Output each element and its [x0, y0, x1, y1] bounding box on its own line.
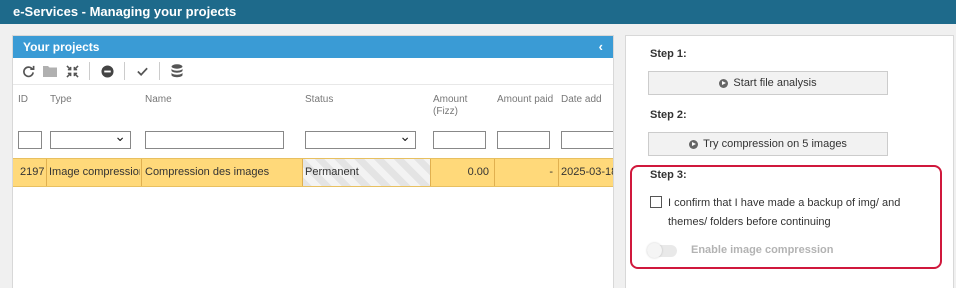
table-row[interactable]: 2197 Image compression Compression des i…	[13, 158, 614, 187]
column-divider	[46, 159, 47, 186]
column-header-amount[interactable]: Amount (Fizz)	[433, 94, 467, 118]
enable-compression-label: Enable image compression	[691, 244, 834, 256]
column-header-type[interactable]: Type	[50, 94, 72, 106]
column-divider	[302, 159, 303, 186]
row-amount: 0.00	[467, 166, 489, 178]
row-amount-paid: -	[549, 166, 553, 178]
filter-date-add-input[interactable]	[561, 131, 613, 149]
step3-label: Step 3:	[650, 169, 687, 181]
toolbar-divider	[159, 62, 160, 80]
refresh-icon[interactable]	[17, 60, 39, 82]
row-status: Permanent	[305, 166, 359, 178]
projects-panel-title: Your projects	[23, 40, 100, 54]
steps-panel: Step 1: Start file analysis Step 2: Try …	[625, 35, 954, 288]
folder-icon[interactable]	[39, 60, 61, 82]
projects-panel: Your projects ‹ ID Type Name Status Amou…	[12, 35, 614, 288]
column-divider	[494, 159, 495, 186]
start-file-analysis-button[interactable]: Start file analysis	[648, 71, 888, 95]
column-header-amount-paid[interactable]: Amount paid	[497, 94, 553, 106]
filter-name-input[interactable]	[145, 131, 284, 149]
try-compression-button[interactable]: Try compression on 5 images	[648, 132, 888, 156]
try-compression-label: Try compression on 5 images	[703, 138, 847, 150]
play-icon	[689, 139, 699, 149]
app-title: e-Services - Managing your projects	[13, 4, 237, 19]
backup-confirm-text: I confirm that I have made a backup of i…	[668, 197, 901, 228]
filter-amount-paid-input[interactable]	[497, 131, 550, 149]
row-name: Compression des images	[145, 166, 270, 178]
row-id: 2197	[20, 166, 45, 178]
play-icon	[719, 78, 729, 88]
column-header-name[interactable]: Name	[145, 94, 172, 106]
projects-toolbar	[13, 58, 613, 85]
minus-circle-icon[interactable]	[96, 60, 118, 82]
step1-label: Step 1:	[650, 48, 687, 60]
projects-panel-header: Your projects ‹	[13, 36, 613, 58]
database-icon[interactable]	[166, 60, 188, 82]
check-icon[interactable]	[131, 60, 153, 82]
enable-compression-toggle[interactable]	[647, 243, 677, 258]
step2-label: Step 2:	[650, 109, 687, 121]
filter-amount-input[interactable]	[433, 131, 486, 149]
backup-confirm-checkbox[interactable]	[650, 196, 662, 208]
app-title-bar: e-Services - Managing your projects	[0, 0, 956, 24]
filter-type-select[interactable]	[50, 128, 131, 149]
column-divider	[141, 159, 142, 186]
row-date-add: 2025-03-18	[561, 166, 614, 178]
row-type: Image compression	[49, 166, 140, 178]
column-header-id[interactable]: ID	[18, 94, 28, 106]
compress-icon[interactable]	[61, 60, 83, 82]
column-divider	[430, 159, 431, 186]
filter-status-select[interactable]	[305, 128, 416, 149]
toggle-knob	[647, 243, 662, 258]
column-header-date-add[interactable]: Date add	[561, 94, 602, 106]
column-header-status[interactable]: Status	[305, 94, 333, 106]
filter-id-input[interactable]	[18, 131, 42, 149]
toolbar-divider	[89, 62, 90, 80]
collapse-chevron-icon[interactable]: ‹	[599, 36, 603, 58]
column-divider	[558, 159, 559, 186]
toolbar-divider	[124, 62, 125, 80]
start-file-analysis-label: Start file analysis	[733, 77, 817, 89]
